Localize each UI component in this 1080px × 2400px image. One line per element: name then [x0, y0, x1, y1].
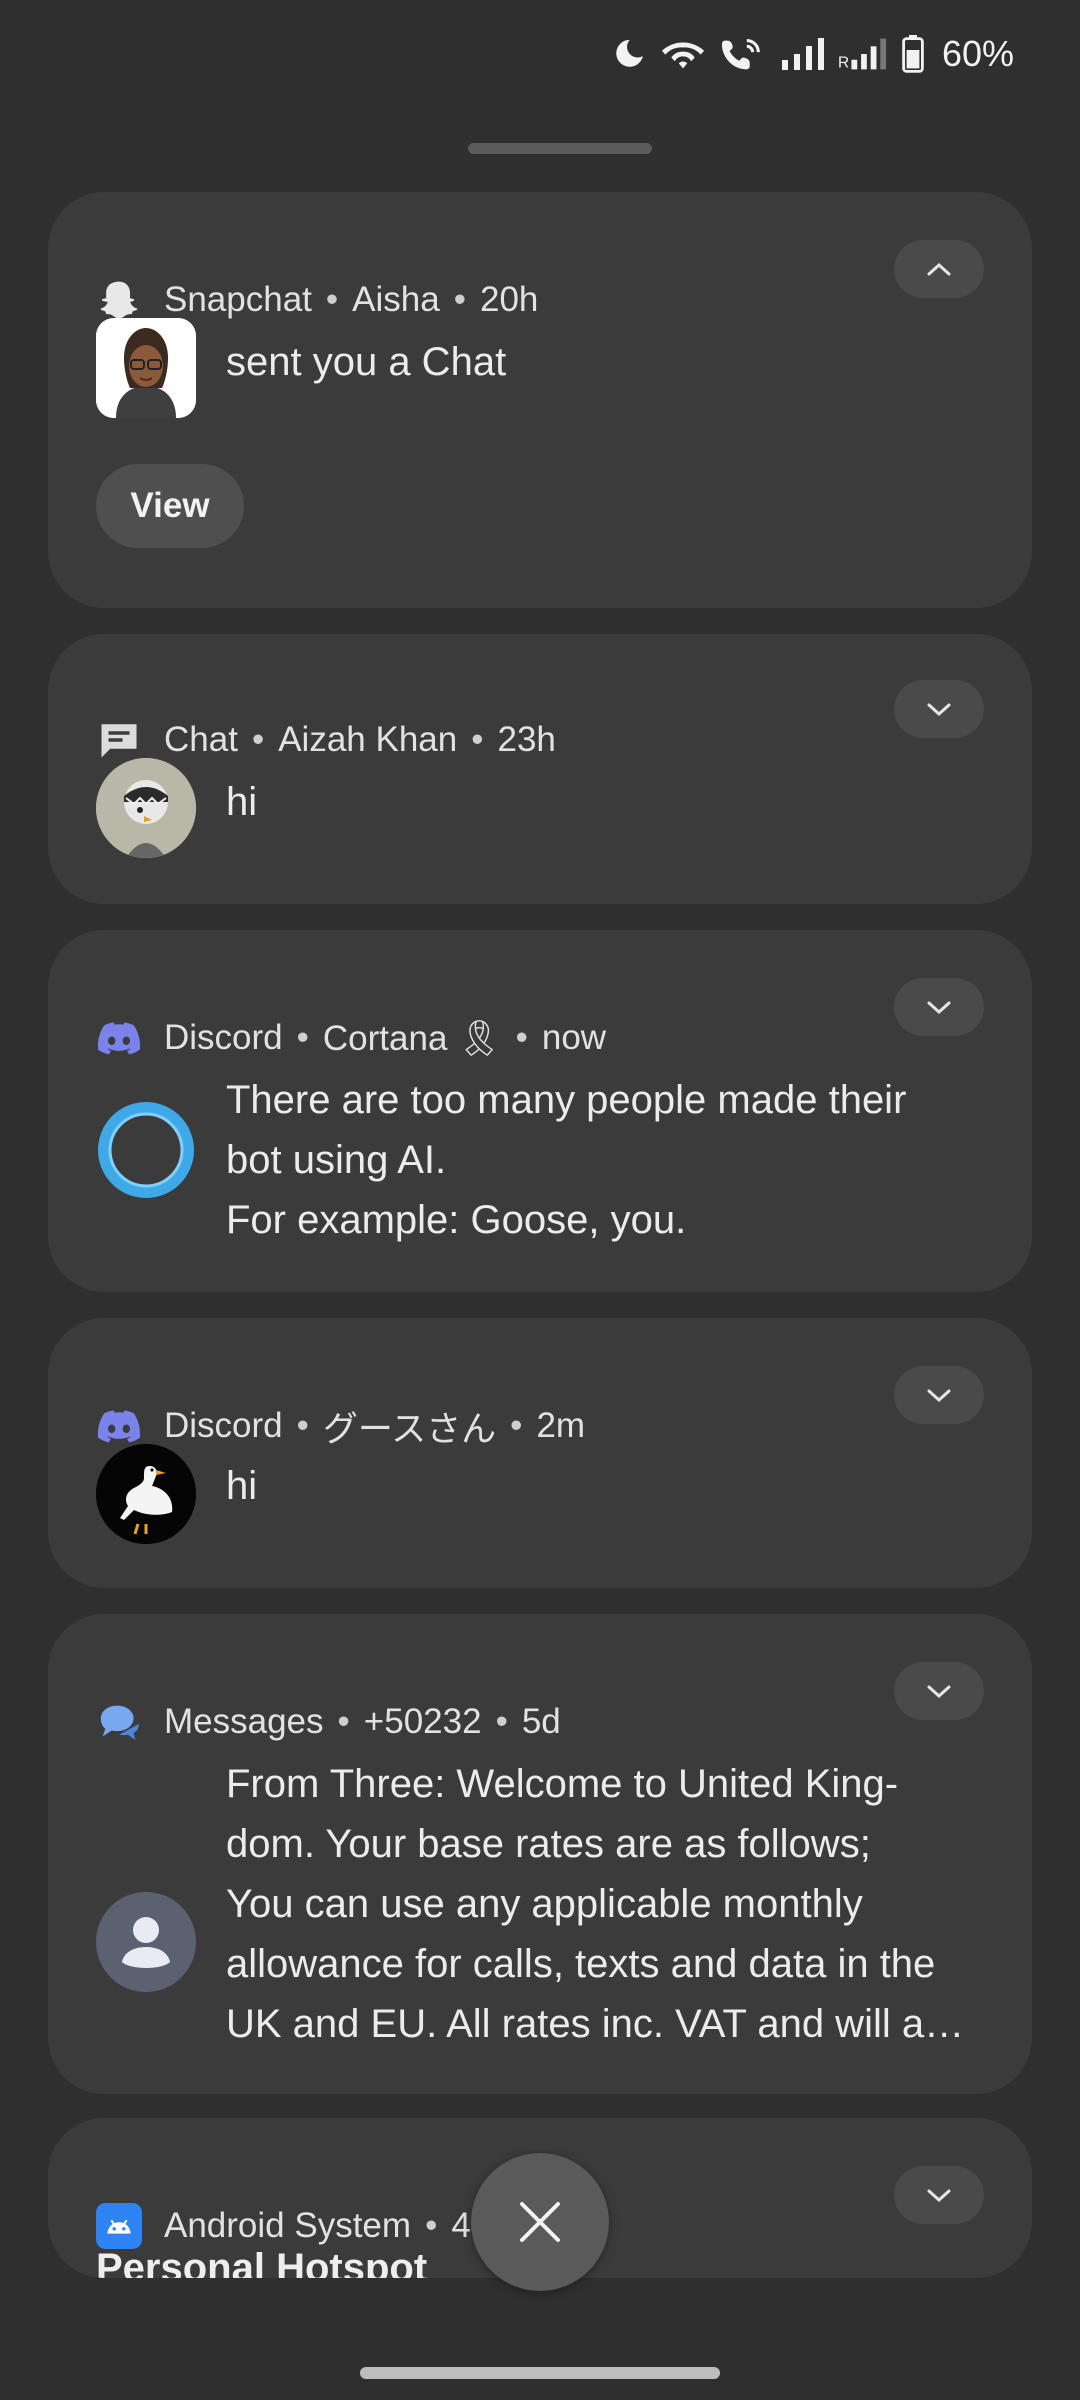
notification-snapchat[interactable]: Snapchat • Aisha • 20h sent you a Chat V… [48, 192, 1032, 608]
sender-name: Aizah Khan [278, 720, 458, 759]
avatar [96, 758, 196, 858]
expand-button[interactable] [894, 680, 984, 738]
android-icon [96, 2203, 142, 2249]
notification-header: Discord • Cortana 🎗 • now [96, 1008, 606, 1068]
roaming-signal-icon: R [838, 38, 887, 70]
notification-chat[interactable]: Chat • Aizah Khan • 23h hi [48, 634, 1032, 904]
close-icon [520, 2202, 560, 2242]
person-icon [96, 1892, 196, 1992]
gesture-nav-bar[interactable] [360, 2367, 720, 2379]
discord-icon [96, 1403, 142, 1449]
chevron-up-icon [927, 262, 951, 276]
chevron-down-icon [927, 1389, 951, 1403]
notification-message: There are too many people made their bot… [226, 1070, 906, 1250]
battery-percent: 60% [941, 33, 1014, 74]
message-line: You can use any applicable monthly [226, 1882, 863, 1926]
notification-discord-goose[interactable]: Discord • グースさん • 2m hi [48, 1318, 1032, 1588]
chat-bubble-icon [96, 717, 142, 763]
app-name: Messages [164, 1702, 324, 1741]
chevron-down-icon [927, 2189, 951, 2203]
shade-drag-handle[interactable] [468, 143, 652, 154]
app-name: Android System [164, 2206, 412, 2245]
notification-message: From Three: Welcome to United King- dom.… [226, 1754, 964, 2054]
sender-name: グースさん [322, 1409, 497, 1449]
message-line: bot using AI. [226, 1138, 447, 1182]
timestamp: 5d [521, 1702, 561, 1741]
notification-title: Personal Hotspot [96, 2246, 428, 2278]
expand-button[interactable] [894, 2166, 984, 2224]
collapse-button[interactable] [894, 240, 984, 298]
timestamp: 4 [451, 2206, 471, 2245]
discord-icon [96, 1015, 142, 1061]
message-line: allowance for calls, texts and data in t… [226, 1942, 936, 1986]
notification-header: Discord • グースさん • 2m [96, 1396, 585, 1456]
expand-button[interactable] [894, 978, 984, 1036]
clear-all-button[interactable] [471, 2153, 609, 2291]
timestamp: now [541, 1018, 607, 1057]
notification-discord-cortana[interactable]: Discord • Cortana 🎗 • now There are too … [48, 930, 1032, 1292]
expand-button[interactable] [894, 1366, 984, 1424]
wifi-calling-icon [721, 39, 760, 70]
message-line: From Three: Welcome to United King- [226, 1762, 899, 1806]
timestamp: 20h [480, 280, 539, 319]
notification-message: hi [226, 780, 258, 824]
avatar [96, 1444, 196, 1544]
message-line: UK and EU. All rates inc. VAT and will a… [226, 2002, 965, 2046]
avatar [96, 1892, 196, 1992]
chevron-down-icon [927, 703, 951, 717]
notification-messages[interactable]: Messages • +50232 • 5d From Three: Welco… [48, 1614, 1032, 2094]
message-line: dom. Your base rates are as follows; [226, 1822, 871, 1866]
battery-icon [902, 35, 924, 73]
sender-name: +50232 [363, 1702, 482, 1741]
app-name: Discord [164, 1018, 283, 1057]
snapchat-ghost-icon [96, 277, 142, 323]
messages-icon [96, 1699, 142, 1745]
chevron-down-icon [927, 1001, 951, 1015]
app-name: Chat [164, 720, 238, 759]
view-button[interactable]: View [96, 464, 244, 548]
sender-name: Aisha [352, 280, 440, 319]
notification-message: sent you a Chat [226, 340, 507, 384]
moon-icon [616, 39, 643, 67]
signal-icon [781, 38, 824, 70]
app-name: Snapchat [164, 280, 312, 319]
expand-button[interactable] [894, 1662, 984, 1720]
app-name: Discord [164, 1406, 283, 1445]
timestamp: 2m [536, 1406, 586, 1445]
avatar [96, 318, 196, 418]
wifi-icon [661, 42, 705, 69]
message-line: There are too many people made their [226, 1078, 907, 1122]
notification-header: Messages • +50232 • 5d [96, 1692, 561, 1752]
status-bar: R 60% [612, 28, 1014, 80]
message-line: For example: Goose, you. [226, 1198, 687, 1242]
sender-name: Cortana 🎗 [322, 1018, 502, 1058]
timestamp: 23h [497, 720, 556, 759]
notification-message: hi [226, 1464, 258, 1508]
svg-text:R: R [838, 54, 849, 70]
chevron-down-icon [927, 1685, 951, 1699]
avatar [96, 1100, 196, 1200]
